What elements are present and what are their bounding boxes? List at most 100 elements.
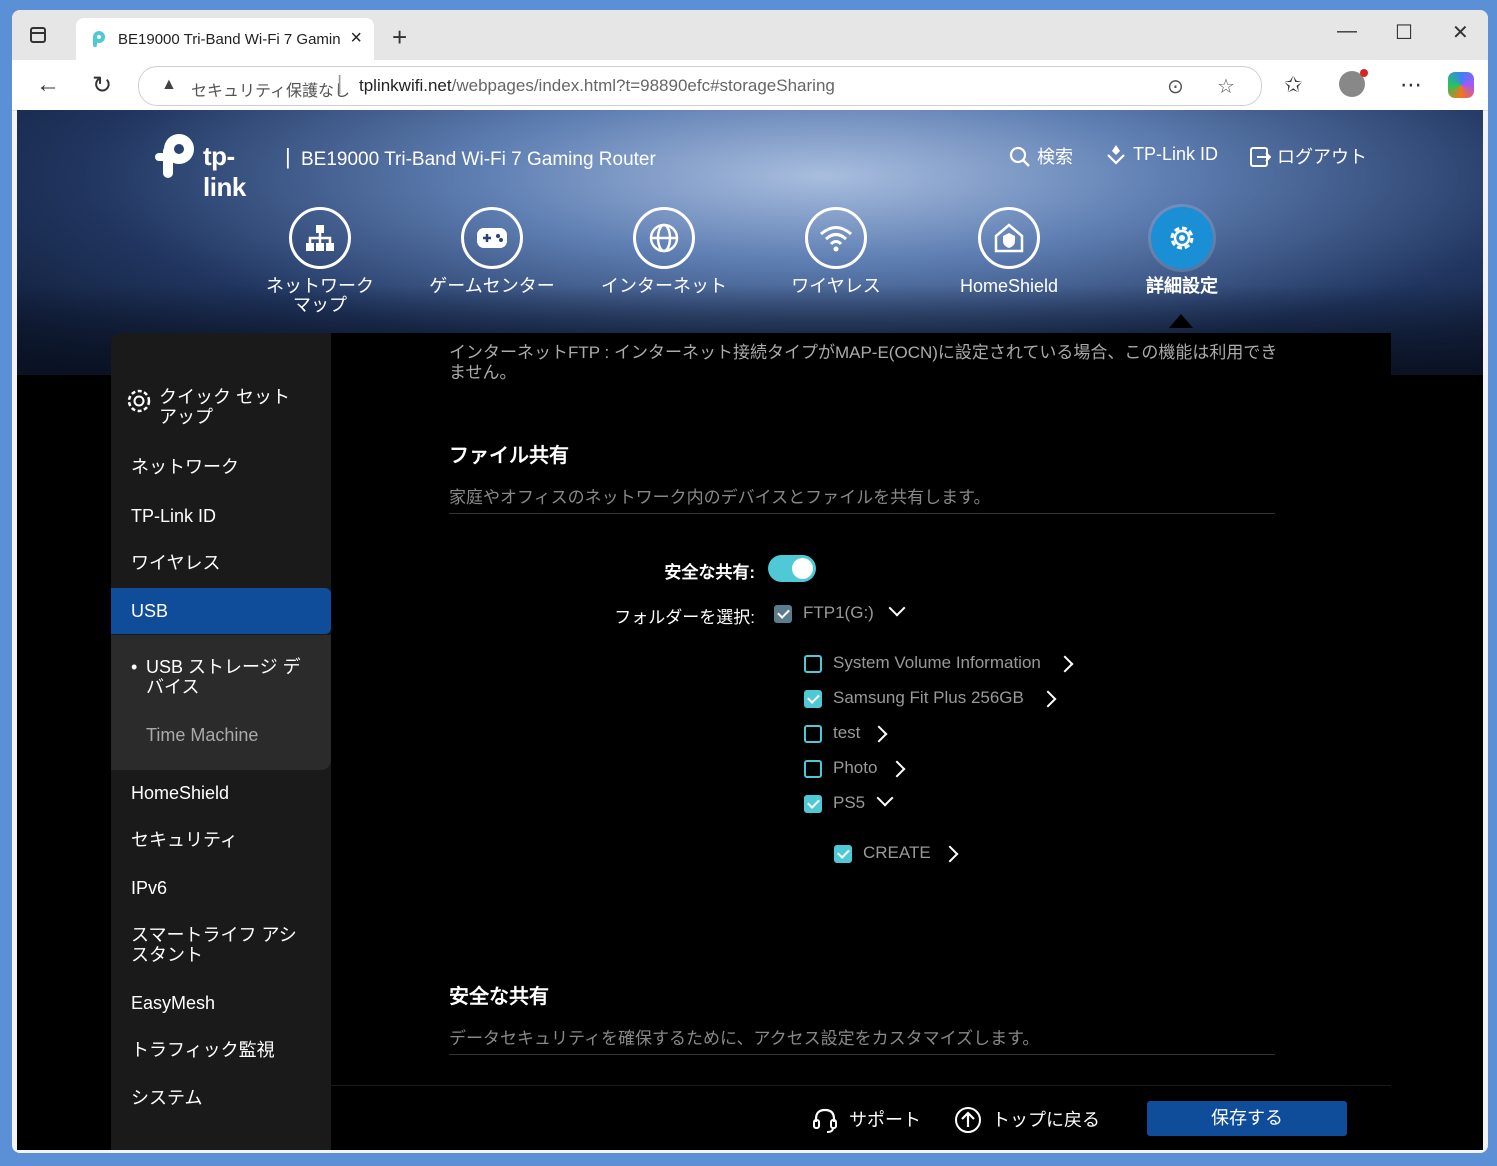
new-tab-button[interactable]: +	[392, 22, 407, 53]
sidebar-item-tplink-id[interactable]: TP-Link ID	[131, 506, 216, 526]
wifi-icon	[820, 226, 852, 252]
minimize-icon[interactable]: —	[1337, 20, 1357, 43]
network-map-icon	[306, 225, 334, 251]
chevron-down-icon[interactable]	[876, 789, 894, 807]
url-text: tplinkwifi.net/webpages/index.html?t=988…	[359, 76, 835, 95]
secure-sharing-title: 安全な共有	[449, 986, 549, 1008]
folder-checkbox[interactable]	[804, 655, 822, 673]
tab-actions-icon[interactable]	[30, 27, 46, 43]
homeshield-icon	[994, 223, 1024, 253]
browser-tab[interactable]: BE19000 Tri-Band Wi-Fi 7 Gaming Router ×	[76, 18, 374, 60]
url-field[interactable]: ▲ セキュリティ保護なし | tplinkwifi.net/webpages/i…	[138, 66, 1262, 106]
profile-avatar[interactable]	[1339, 69, 1368, 97]
file-sharing-title: ファイル共有	[449, 445, 569, 467]
sidebar-item-network[interactable]: ネットワーク	[131, 457, 239, 477]
sidebar-item-homeshield[interactable]: HomeShield	[131, 783, 229, 803]
tab-bar: BE19000 Tri-Band Wi-Fi 7 Gaming Router ×…	[12, 10, 1488, 60]
sidebar-item-quick-setup[interactable]: クイック セット アップ	[125, 387, 290, 427]
nav-homeshield[interactable]: HomeShield	[934, 207, 1084, 296]
file-sharing-desc: 家庭やオフィスのネットワーク内のデバイスとファイルを共有します。	[449, 488, 991, 507]
arrow-up-circle-icon	[955, 1107, 981, 1133]
close-tab-icon[interactable]: ×	[350, 27, 362, 50]
save-button[interactable]: 保存する	[1147, 1101, 1347, 1136]
sidebar-item-security[interactable]: セキュリティ	[131, 830, 238, 850]
root-folder-name: FTP1(G:)	[803, 603, 874, 622]
model-name: BE19000 Tri-Band Wi-Fi 7 Gaming Router	[301, 149, 656, 170]
logout-link[interactable]: ログアウト	[1249, 143, 1367, 169]
favorites-icon[interactable]: ✩	[1284, 72, 1302, 98]
security-label: セキュリティ保護なし	[191, 83, 351, 100]
folder-checkbox[interactable]	[804, 725, 822, 743]
subfolder-checkbox[interactable]	[834, 845, 852, 863]
folder-name: Photo	[833, 758, 878, 777]
menu-dots-icon[interactable]: ⋯	[1400, 72, 1422, 98]
back-to-top-link[interactable]: トップに戻る	[954, 1106, 1100, 1134]
root-folder-checkbox[interactable]	[774, 605, 792, 623]
sidebar-item-time-machine[interactable]: Time Machine	[146, 725, 258, 745]
tplink-logo-icon	[155, 134, 194, 178]
back-icon[interactable]: ←	[36, 71, 60, 99]
tplink-favicon-icon	[93, 31, 105, 47]
folder-name: System Volume Information	[833, 653, 1041, 672]
copilot-icon[interactable]	[1448, 72, 1474, 98]
sidebar-item-wireless[interactable]: ワイヤレス	[131, 553, 220, 573]
nav-wireless[interactable]: ワイヤレス	[761, 207, 911, 296]
secure-share-label: 安全な共有:	[664, 563, 755, 582]
secure-sharing-desc: データセキュリティを確保するために、アクセス設定をカスタマイズします。	[449, 1029, 1040, 1048]
folder-name: Samsung Fit Plus 256GB	[833, 688, 1024, 707]
nav-network-map[interactable]: ネットワーク マップ	[245, 207, 395, 315]
sidebar: クイック セット アップ ネットワーク TP-Link ID ワイヤレス USB…	[111, 333, 331, 1150]
active-nav-caret	[1169, 314, 1193, 328]
search-icon	[1009, 146, 1030, 167]
gear-icon	[127, 389, 151, 413]
support-link[interactable]: サポート	[811, 1106, 921, 1134]
folder-name: test	[833, 723, 861, 742]
brand-name: tp-link	[203, 141, 246, 202]
warning-icon: ▲	[161, 76, 177, 93]
sidebar-item-ipv6[interactable]: IPv6	[131, 878, 167, 898]
sidebar-item-traffic[interactable]: トラフィック監視	[131, 1040, 275, 1060]
chevron-right-icon[interactable]	[941, 845, 959, 863]
chevron-right-icon[interactable]	[1039, 690, 1057, 708]
favorite-star-icon[interactable]: ☆	[1217, 74, 1235, 99]
usb-sub-panel	[111, 635, 331, 770]
folder-name: PS5	[833, 793, 866, 812]
tplink-id-icon	[1107, 145, 1125, 165]
subfolder-name: CREATE	[863, 843, 931, 862]
nav-game-center[interactable]: ゲームセンター	[417, 207, 567, 296]
sidebar-item-usb-storage[interactable]: • USB ストレージ デ バイス	[131, 657, 301, 697]
tab-title: BE19000 Tri-Band Wi-Fi 7 Gaming Router	[118, 31, 340, 48]
logout-icon	[1250, 147, 1271, 167]
router-page: tp-link | BE19000 Tri-Band Wi-Fi 7 Gamin…	[17, 110, 1483, 1150]
sidebar-item-system[interactable]: システム	[131, 1088, 202, 1108]
footer-bar: サポート トップに戻る 保存する	[331, 1085, 1391, 1150]
chevron-right-icon[interactable]	[1056, 655, 1074, 673]
gamepad-icon	[477, 228, 507, 248]
nav-advanced[interactable]: 詳細設定	[1107, 207, 1257, 296]
maximize-icon[interactable]: ☐	[1395, 20, 1413, 45]
folder-checkbox[interactable]	[804, 690, 822, 708]
chevron-right-icon[interactable]	[870, 725, 888, 743]
chevron-down-icon[interactable]	[888, 599, 906, 617]
sidebar-item-smartlife[interactable]: スマートライフ アシ スタント	[131, 925, 297, 965]
gear-icon	[1170, 226, 1194, 250]
search-link[interactable]: 検索	[1009, 143, 1073, 169]
reload-icon[interactable]: ↻	[92, 71, 112, 100]
folder-checkbox[interactable]	[804, 795, 822, 813]
content-panel: インターネットFTP : インターネット接続タイプがMAP-E(OCN)に設定さ…	[331, 333, 1391, 1150]
close-window-icon[interactable]: ✕	[1452, 20, 1469, 45]
nav-internet[interactable]: インターネット	[589, 207, 739, 296]
address-bar: ← ↻ ▲ セキュリティ保護なし | tplinkwifi.net/webpag…	[12, 60, 1488, 111]
globe-icon	[649, 223, 679, 253]
browser-window: BE19000 Tri-Band Wi-Fi 7 Gaming Router ×…	[12, 10, 1488, 1153]
folder-checkbox[interactable]	[804, 760, 822, 778]
ftp-note: インターネットFTP : インターネット接続タイプがMAP-E(OCN)に設定さ…	[449, 343, 1278, 382]
tplink-id-link[interactable]: TP-Link ID	[1105, 143, 1218, 165]
folder-select-label: フォルダーを選択:	[614, 608, 755, 627]
chevron-right-icon[interactable]	[888, 760, 906, 778]
sidebar-item-easymesh[interactable]: EasyMesh	[131, 993, 215, 1013]
headset-icon	[813, 1108, 837, 1133]
secure-share-toggle[interactable]	[768, 555, 816, 582]
sidebar-item-usb[interactable]: USB	[111, 588, 331, 634]
more-options-icon[interactable]: ⊙	[1167, 74, 1184, 99]
